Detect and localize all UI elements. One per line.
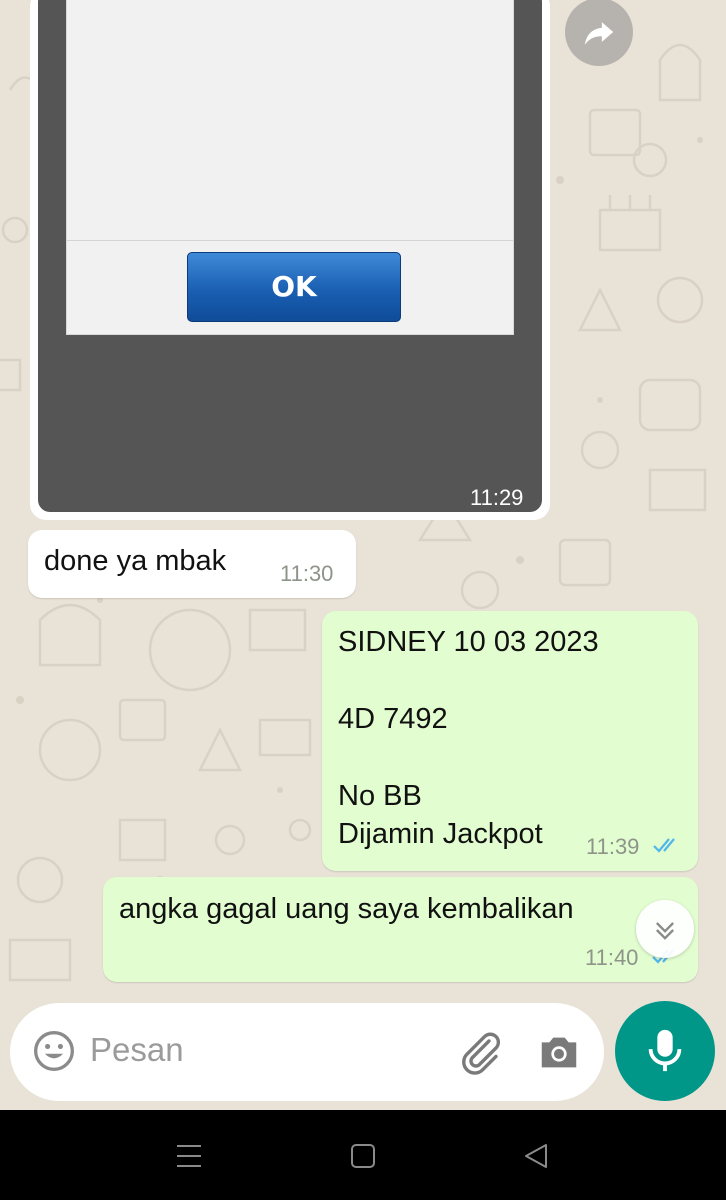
message-time: 11:40 xyxy=(585,945,639,970)
dialog-divider xyxy=(67,240,513,241)
message-line: SIDNEY 10 03 2023 xyxy=(338,626,599,658)
message-composer[interactable]: Pesan xyxy=(10,1003,604,1101)
message-time: 11:39 xyxy=(586,834,640,859)
message-text: angka gagal uang saya kembalikan xyxy=(119,893,574,925)
read-receipt-icon xyxy=(653,838,675,853)
outgoing-message-bubble[interactable]: SIDNEY 10 03 2023 4D 7492 No BB Dijamin … xyxy=(322,611,698,871)
message-time: 11:29 xyxy=(470,485,524,510)
system-navigation-bar xyxy=(0,1110,726,1200)
menu-icon[interactable] xyxy=(175,1142,203,1170)
double-chevron-down-icon xyxy=(656,922,674,940)
home-icon[interactable] xyxy=(350,1143,376,1169)
screenshot-dialog: OK xyxy=(66,0,514,335)
message-input[interactable]: Pesan xyxy=(90,1031,184,1069)
message-line: No BB xyxy=(338,780,422,812)
message-line: 4D 7492 xyxy=(338,703,448,735)
outgoing-message-bubble[interactable]: angka gagal uang saya kembalikan 11:40 xyxy=(103,877,698,982)
attach-icon[interactable] xyxy=(456,1029,504,1077)
image-message-thumbnail[interactable]: OK xyxy=(38,0,542,512)
mic-icon xyxy=(648,1029,682,1072)
message-line: Dijamin Jackpot xyxy=(338,818,543,850)
forward-button[interactable] xyxy=(565,0,633,66)
back-icon[interactable] xyxy=(522,1142,550,1170)
emoji-icon[interactable] xyxy=(32,1029,76,1073)
dialog-ok-button: OK xyxy=(187,252,401,322)
scroll-to-bottom-button[interactable] xyxy=(636,900,694,958)
camera-icon[interactable] xyxy=(536,1029,582,1075)
message-time: 11:30 xyxy=(280,561,334,586)
voice-record-button[interactable] xyxy=(615,1001,715,1101)
forward-icon xyxy=(584,22,614,45)
incoming-message-bubble[interactable]: done ya mbak 11:30 xyxy=(28,530,356,598)
message-text: done ya mbak xyxy=(44,545,227,577)
